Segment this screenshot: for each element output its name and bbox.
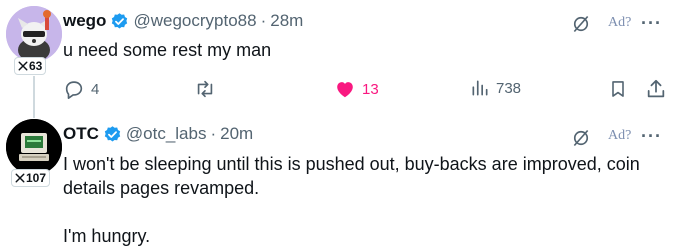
display-name[interactable]: wego [63,11,106,31]
mute-icon[interactable] [571,14,591,34]
x-badge: 63 [14,57,47,75]
tweet-2[interactable]: 107 OTC @otc_labs · 20m Ad? ··· I won't … [0,112,679,246]
tweet-text-line-2: details pages revamped. [63,178,260,198]
views-icon [470,78,490,98]
bookmark-icon [608,78,628,100]
x-logo-icon [15,173,25,183]
badge-count: 107 [26,171,47,185]
separator: · [210,124,217,143]
handle[interactable]: @wegocrypto88 [133,11,256,31]
avatar-otc[interactable] [6,119,62,175]
handle[interactable]: @otc_labs [126,124,207,144]
avatar-otc-image [6,119,62,175]
share-icon [645,78,667,100]
x-logo-icon [18,61,28,71]
badge-count: 63 [29,59,43,73]
like-count: 13 [362,80,379,98]
timestamp[interactable]: 20m [220,124,253,144]
verified-icon [110,12,129,31]
tweet-header: wego @wegocrypto88 · 28m [63,11,303,31]
like-button[interactable]: 13 [334,78,379,100]
avatar-wego[interactable] [6,6,62,62]
x-badge: 107 [11,169,51,187]
share-button[interactable] [645,78,667,100]
mute-icon[interactable] [571,128,591,148]
reply-button[interactable]: 4 [63,78,99,100]
reply-icon [63,78,85,100]
ad-label[interactable]: Ad? [608,15,631,31]
retweet-icon [193,78,217,100]
bookmark-button[interactable] [608,78,628,100]
heart-icon [334,78,356,100]
tweet-header: OTC @otc_labs · 20m [63,124,253,144]
tweet-text: u need some rest my man [63,40,272,60]
tweet-text-line-1: I won't be sleeping until this is pushed… [63,154,640,174]
ad-label[interactable]: Ad? [608,128,631,144]
tweet-1[interactable]: 63 wego @wegocrypto88 · 28m Ad? ··· u ne… [0,0,679,118]
verified-icon [103,125,122,144]
more-button[interactable]: ··· [641,127,662,145]
retweet-button[interactable] [193,78,223,100]
display-name[interactable]: OTC [63,124,99,144]
more-button[interactable]: ··· [641,14,662,32]
reply-count: 4 [91,80,100,98]
views-count: 738 [496,79,522,97]
timestamp[interactable]: 28m [270,11,303,31]
views-button[interactable]: 738 [470,78,521,98]
avatar-wego-image [6,6,62,62]
tweet-text-line-3: I'm hungry. [63,226,151,246]
separator: · [260,11,267,30]
